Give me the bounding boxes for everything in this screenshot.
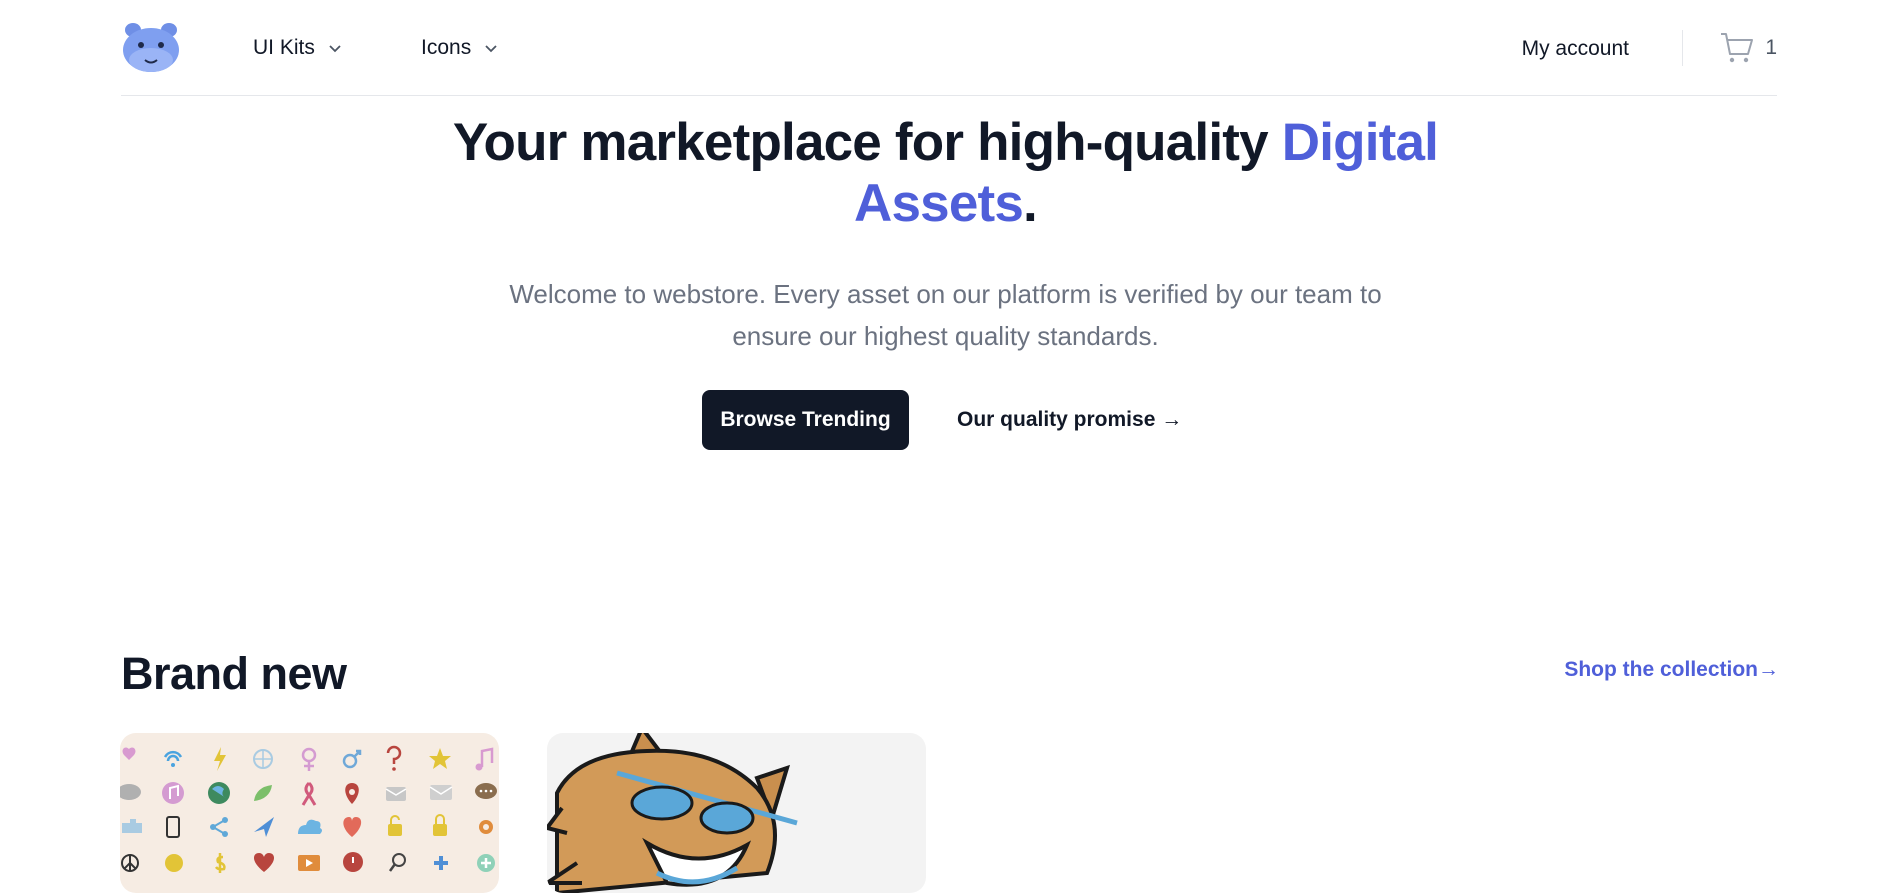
- nav-icons[interactable]: Icons: [421, 36, 499, 60]
- icon-set-preview-image: [120, 745, 497, 873]
- site-header: UI Kits Icons My account 1: [121, 0, 1777, 96]
- browse-trending-button[interactable]: Browse Trending: [702, 390, 909, 450]
- hero-title-end: .: [1023, 174, 1038, 233]
- nav-ui-kits[interactable]: UI Kits: [253, 36, 343, 60]
- quality-promise-link[interactable]: Our quality promise →: [957, 408, 1182, 432]
- cart-button[interactable]: 1: [1719, 30, 1777, 66]
- hero-subtitle: Welcome to webstore. Every asset on our …: [509, 279, 1382, 351]
- chevron-down-icon: [485, 45, 497, 53]
- chevron-down-icon: [329, 45, 341, 53]
- shopping-cart-icon: [1721, 33, 1754, 63]
- cart-count: 1: [1765, 36, 1777, 59]
- section-title-brand-new: Brand new: [121, 648, 347, 699]
- nav-ui-kits-label: UI Kits: [253, 36, 315, 59]
- shop-collection-link[interactable]: Shop the collection→: [1564, 658, 1779, 682]
- hero-title: Your marketplace for high-quality Digita…: [400, 112, 1491, 234]
- nav-icons-label: Icons: [421, 36, 472, 59]
- hippo-logo-icon[interactable]: [121, 20, 181, 74]
- cartoon-cat-preview-image: [547, 733, 798, 893]
- my-account-link[interactable]: My account: [1522, 37, 1629, 61]
- header-divider: [1682, 30, 1683, 66]
- product-card-icon-set[interactable]: [120, 733, 499, 893]
- hero-title-main: Your marketplace for high-quality: [452, 113, 1282, 172]
- product-card-cartoon-cat[interactable]: [547, 733, 926, 893]
